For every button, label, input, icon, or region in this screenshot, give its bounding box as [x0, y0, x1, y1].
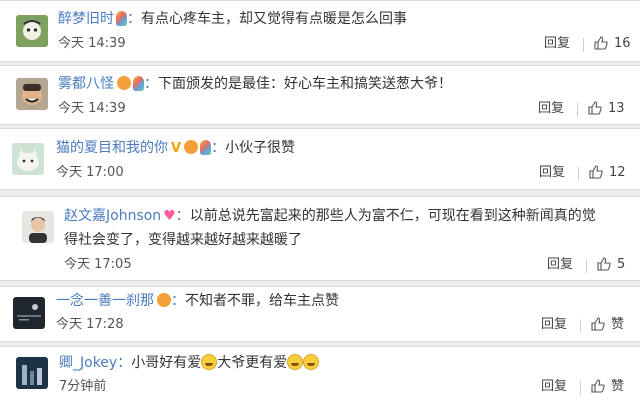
timestamp: 今天 14:39	[58, 101, 126, 116]
like-button[interactable]: 16	[594, 35, 631, 53]
timestamp: 今天 14:39	[58, 36, 126, 51]
like-count: 赞	[611, 317, 625, 332]
like-button[interactable]: 13	[588, 100, 625, 118]
divider	[583, 38, 584, 52]
thumbs-up-icon	[591, 379, 605, 393]
thumbs-up-icon	[589, 165, 603, 179]
crown-badge-icon	[157, 293, 171, 307]
like-count: 赞	[611, 379, 625, 394]
like-count: 16	[614, 36, 631, 51]
like-button[interactable]: 12	[589, 164, 626, 182]
avatar-image	[22, 211, 54, 243]
timestamp: 7分钟前	[59, 379, 107, 394]
timestamp: 今天 17:00	[56, 165, 124, 180]
thumbs-up-icon	[588, 101, 602, 115]
like-button[interactable]: 赞	[591, 316, 624, 334]
divider	[580, 381, 581, 395]
username[interactable]: 卿_Jokey	[59, 355, 117, 371]
comment-card-5: 一念一善一刹那 ：不知者不罪，给车主点赞 今天 17:28 回复 赞	[0, 286, 640, 342]
username[interactable]: 一念一善一刹那	[56, 293, 154, 309]
comment-message: 有点心疼车主，却又觉得有点暖是怎么回事	[141, 11, 407, 27]
avatar[interactable]	[12, 143, 44, 175]
avatar-image	[16, 357, 48, 389]
reply-button[interactable]: 回复	[541, 316, 567, 334]
avatar-image	[16, 15, 48, 47]
username[interactable]: 醉梦旧时	[58, 11, 114, 27]
thumbs-up-icon	[591, 317, 605, 331]
comment-message: 小伙子很赞	[225, 140, 296, 156]
comment-card-4: 赵文嘉Johnson ♥：以前总说先富起来的那些人为富不仁，可现在看到这种新闻真的…	[0, 196, 640, 281]
timestamp: 今天 17:05	[64, 257, 132, 272]
colon: ：	[211, 140, 226, 156]
comment-text-continued: 得社会变了，变得越来越好越来越暖了	[64, 230, 302, 250]
colon: ：	[144, 76, 158, 92]
heart-badge-icon: ♥	[163, 208, 176, 224]
like-button[interactable]: 赞	[591, 378, 624, 396]
avatar-image	[12, 143, 44, 175]
avatar[interactable]	[22, 211, 54, 243]
laughing-emoji-icon	[287, 354, 304, 370]
comment-message-part-1: 小哥好有爱	[131, 355, 202, 371]
colon: ：	[127, 11, 141, 27]
comment-text: 醉梦旧时 ：有点心疼车主，却又觉得有点暖是怎么回事	[58, 9, 407, 29]
comment-card-3: 猫的夏目和我的你 V ：小伙子很赞 今天 17:00 回复 12	[0, 128, 640, 190]
divider	[586, 259, 587, 273]
comment-text: 赵文嘉Johnson ♥：以前总说先富起来的那些人为富不仁，可现在看到这种新闻真的…	[64, 206, 596, 226]
like-count: 13	[608, 101, 625, 116]
thumbs-up-icon	[594, 36, 608, 50]
comment-message: 不知者不罪，给车主点赞	[185, 293, 339, 309]
comment-card-1: 醉梦旧时 ：有点心疼车主，却又觉得有点暖是怎么回事 今天 14:39 回复 16	[0, 0, 640, 62]
comment-text: 雾都八怪 ：下面颁发的是最佳：好心车主和搞笑送葱大爷！	[58, 74, 452, 94]
comment-text: 卿_Jokey：小哥好有爱 大爷更有爱	[59, 353, 320, 373]
comment-card-6: 卿_Jokey：小哥好有爱 大爷更有爱 7分钟前 回复 赞	[0, 346, 640, 404]
comment-text: 猫的夏目和我的你 V ：小伙子很赞	[56, 138, 295, 159]
colored-bulb-badge-icon	[200, 140, 212, 155]
v-badge-icon: V	[171, 141, 182, 156]
comment-message: 下面颁发的是最佳：好心车主和搞笑送葱大爷！	[158, 76, 452, 92]
crown-badge-icon	[117, 76, 131, 90]
colon: ：	[175, 208, 190, 224]
avatar-image	[13, 297, 45, 329]
reply-button[interactable]: 回复	[538, 100, 564, 118]
laughing-emoji-icon	[303, 354, 320, 370]
crown-badge-icon	[184, 140, 199, 154]
colon: ：	[171, 293, 185, 309]
avatar[interactable]	[16, 15, 48, 47]
username[interactable]: 猫的夏目和我的你	[56, 140, 168, 156]
avatar[interactable]	[13, 297, 45, 329]
colored-bulb-badge-icon	[133, 76, 144, 91]
username[interactable]: 雾都八怪	[58, 76, 114, 92]
reply-button[interactable]: 回复	[547, 256, 573, 274]
thumbs-up-icon	[597, 257, 611, 271]
comment-card-2: 雾都八怪 ：下面颁发的是最佳：好心车主和搞笑送葱大爷！ 今天 14:39 回复 1…	[0, 65, 640, 125]
username[interactable]: 赵文嘉Johnson	[64, 208, 161, 224]
avatar-image	[16, 78, 48, 110]
divider	[580, 319, 581, 333]
like-count: 12	[609, 165, 626, 180]
reply-button[interactable]: 回复	[539, 164, 565, 182]
divider	[578, 167, 579, 181]
avatar[interactable]	[16, 357, 48, 389]
laughing-emoji-icon	[201, 354, 218, 370]
comment-message-part-2: 大爷更有爱	[217, 355, 288, 371]
comment-message-line-2: 得社会变了，变得越来越好越来越暖了	[64, 232, 302, 248]
colored-bulb-badge-icon	[116, 11, 127, 26]
comment-message-line-1: 以前总说先富起来的那些人为富不仁，可现在看到这种新闻真的觉	[189, 208, 596, 224]
reply-button[interactable]: 回复	[544, 35, 570, 53]
comment-text: 一念一善一刹那 ：不知者不罪，给车主点赞	[56, 291, 339, 311]
timestamp: 今天 17:28	[56, 317, 124, 332]
avatar[interactable]	[16, 78, 48, 110]
like-button[interactable]: 5	[597, 256, 625, 274]
colon: ：	[117, 355, 132, 371]
like-count: 5	[617, 257, 626, 272]
divider	[577, 103, 578, 117]
reply-button[interactable]: 回复	[541, 378, 567, 396]
